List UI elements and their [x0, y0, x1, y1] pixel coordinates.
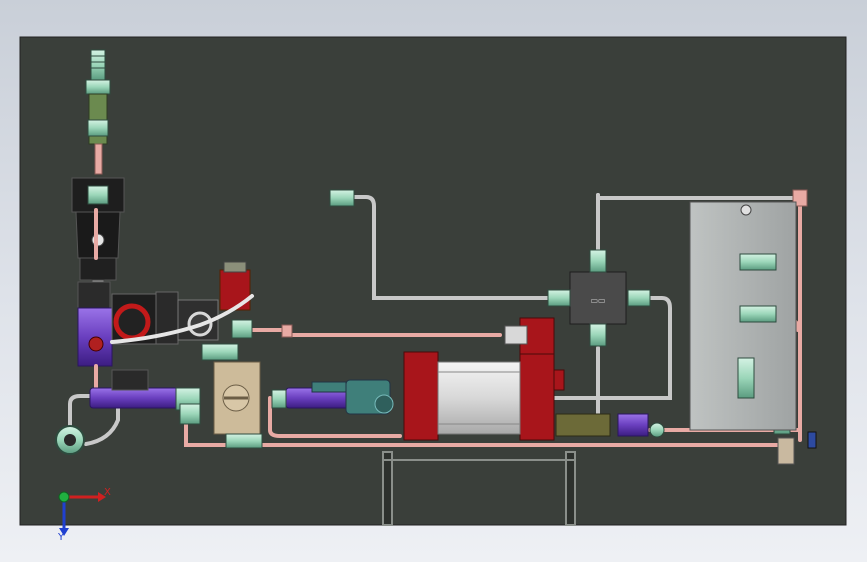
red-valve-knob-icon[interactable]: [113, 303, 151, 341]
gas-panel-plate: [689, 201, 797, 431]
inlet-nut[interactable]: [55, 425, 85, 455]
axis-y-label: Y: [57, 532, 65, 543]
drain-valve[interactable]: [555, 413, 611, 437]
svg-text:▭▭: ▭▭: [590, 296, 605, 305]
tube-end-fitting[interactable]: [329, 189, 355, 207]
cad-viewport[interactable]: ▭▭ X Y: [0, 0, 867, 562]
purple-outlet-fitting[interactable]: [617, 413, 649, 437]
axis-x-label: X: [104, 487, 111, 498]
